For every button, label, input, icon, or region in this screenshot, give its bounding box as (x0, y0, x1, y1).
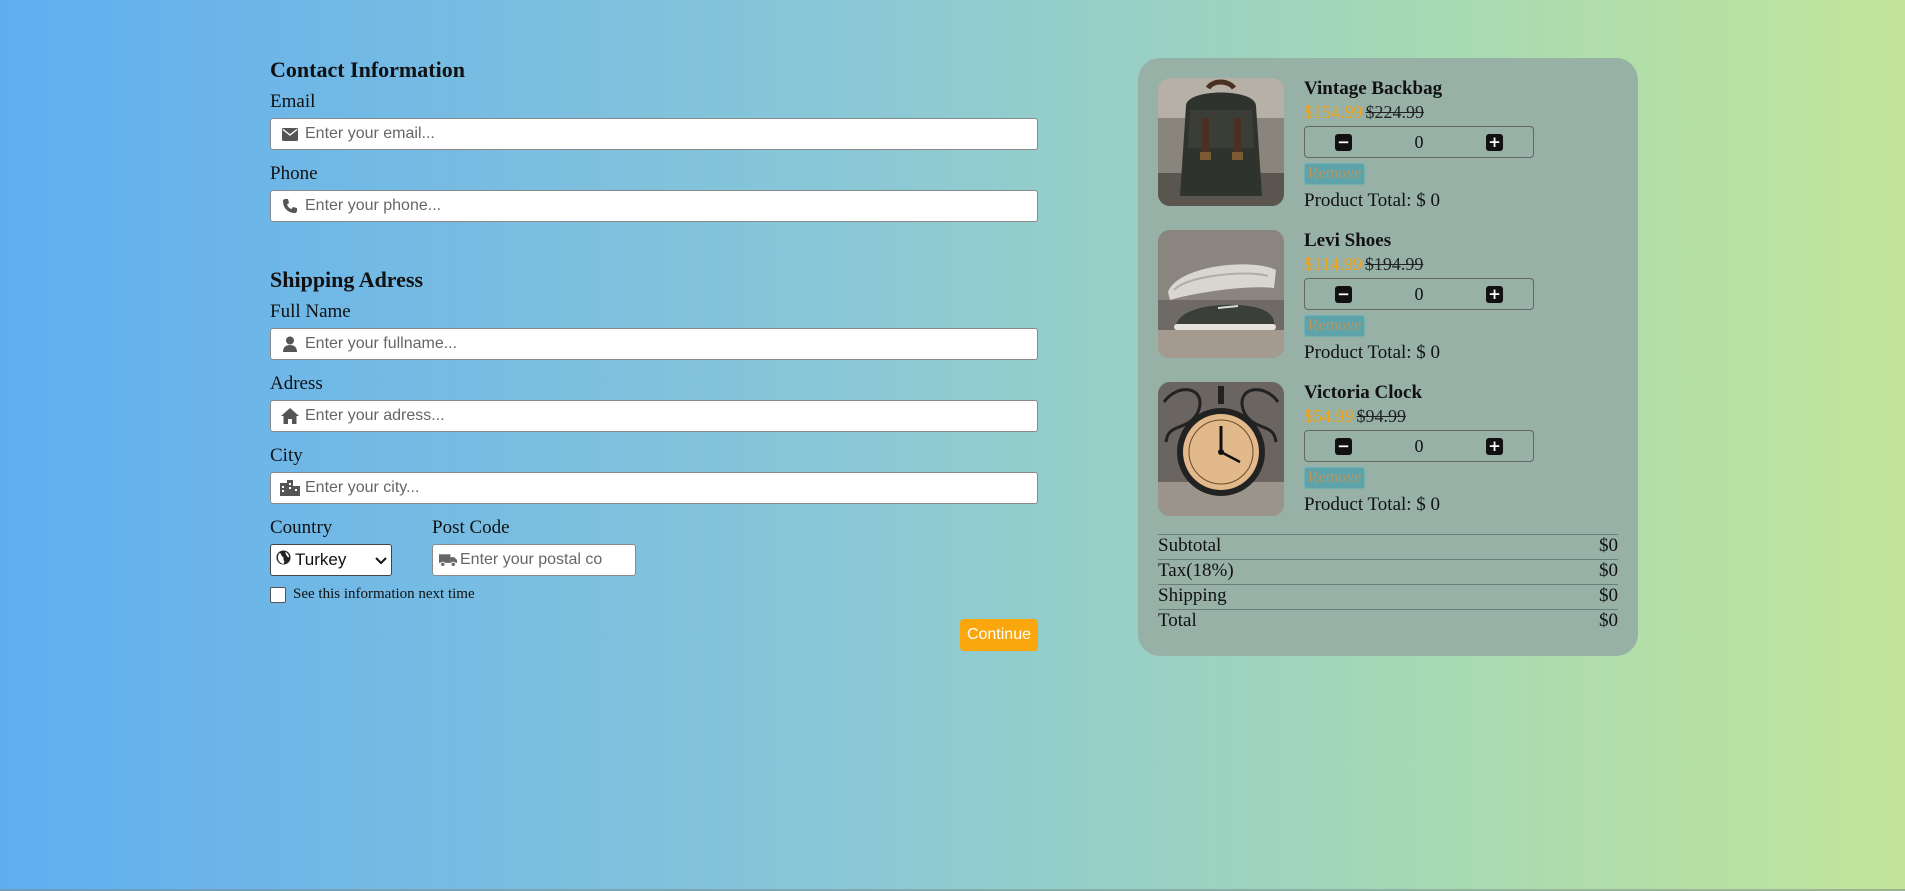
backpack-image (1158, 78, 1284, 206)
item-old-price: $194.99 (1364, 254, 1424, 274)
phone-label: Phone (270, 163, 318, 184)
item-quantity: 0 (1414, 131, 1424, 152)
quantity-stepper: − 0 + (1304, 278, 1534, 310)
clock-image (1158, 382, 1284, 516)
contact-title: Contact Information (270, 57, 465, 82)
address-field-wrap[interactable] (270, 400, 1038, 432)
item-old-price: $94.99 (1356, 406, 1407, 426)
phone-icon (279, 197, 301, 215)
remove-button[interactable]: Remove (1304, 467, 1366, 489)
continue-button[interactable]: Continue (959, 619, 1038, 651)
product-total: Product Total: $ 0 (1304, 494, 1441, 515)
plus-icon[interactable]: + (1486, 285, 1503, 303)
shipping-row: Shipping $0 (1158, 584, 1618, 608)
item-price: $114.99 (1304, 254, 1362, 274)
subtotal-value: $0 (1599, 535, 1618, 556)
address-field[interactable] (301, 401, 1037, 431)
city-icon (279, 479, 301, 497)
country-label: Country (270, 517, 333, 538)
cart-panel: Vintage Backbag $154.99 $224.99 − 0 + Rem… (1138, 58, 1638, 656)
remove-button[interactable]: Remove (1304, 163, 1366, 185)
remember-row: See this information next time (270, 586, 1038, 603)
email-field[interactable] (301, 119, 1037, 149)
shipping-value: $0 (1599, 585, 1618, 606)
cart-item: Levi Shoes $114.99 $194.99 − 0 + Remove P… (1158, 230, 1618, 382)
address-label: Adress (270, 373, 323, 394)
city-label: City (270, 445, 303, 466)
total-row: Total $0 (1158, 609, 1618, 633)
fullname-label: Full Name (270, 301, 351, 322)
chevron-down-icon (375, 550, 387, 570)
email-field-wrap[interactable] (270, 118, 1038, 150)
product-total: Product Total: $ 0 (1304, 342, 1441, 363)
postcode-label: Post Code (432, 517, 510, 538)
checkout-form: Contact Information Email Phone Shipping… (270, 56, 1038, 651)
email-label: Email (270, 91, 316, 112)
city-field-wrap[interactable] (270, 472, 1038, 504)
item-quantity: 0 (1414, 283, 1424, 304)
cart-item: Vintage Backbag $154.99 $224.99 − 0 + Rem… (1158, 78, 1618, 230)
cart-item: Victoria Clock $54.99 $94.99 − 0 + Remove… (1158, 382, 1618, 542)
envelope-icon (279, 125, 301, 143)
item-price: $154.99 (1304, 102, 1363, 122)
tax-value: $0 (1599, 560, 1618, 581)
total-label: Total (1158, 610, 1197, 631)
remember-label: See this information next time (293, 586, 475, 602)
minus-icon[interactable]: − (1335, 285, 1352, 303)
minus-icon[interactable]: − (1335, 133, 1352, 151)
remember-checkbox[interactable] (270, 586, 286, 603)
tax-label: Tax(18%) (1158, 560, 1234, 581)
remove-button[interactable]: Remove (1304, 315, 1366, 337)
item-name: Levi Shoes (1304, 230, 1392, 251)
shipping-label: Shipping (1158, 585, 1227, 606)
item-price: $54.99 (1304, 406, 1354, 426)
item-name: Victoria Clock (1304, 382, 1423, 403)
country-value: Turkey (295, 550, 347, 569)
minus-icon[interactable]: − (1335, 437, 1352, 455)
item-quantity: 0 (1414, 435, 1424, 456)
subtotal-label: Subtotal (1158, 535, 1222, 556)
plus-icon[interactable]: + (1486, 437, 1503, 455)
product-total: Product Total: $ 0 (1304, 190, 1441, 211)
fullname-field[interactable] (301, 329, 1037, 359)
postcode-field[interactable] (458, 545, 667, 575)
shipping-title: Shipping Adress (270, 267, 424, 292)
order-summary: Subtotal $0 Tax(18%) $0 Shipping $0 Tota… (1158, 534, 1618, 633)
phone-field-wrap[interactable] (270, 190, 1038, 222)
home-icon (279, 407, 301, 425)
user-icon (279, 335, 301, 353)
plus-icon[interactable]: + (1486, 133, 1503, 151)
quantity-stepper: − 0 + (1304, 430, 1534, 462)
item-name: Vintage Backbag (1304, 78, 1443, 99)
quantity-stepper: − 0 + (1304, 126, 1534, 158)
truck-icon (439, 551, 458, 569)
postcode-field-wrap[interactable] (432, 544, 667, 576)
total-value: $0 (1599, 610, 1618, 631)
item-old-price: $224.99 (1365, 102, 1425, 122)
tax-row: Tax(18%) $0 (1158, 559, 1618, 583)
shoes-image (1158, 230, 1284, 358)
city-field[interactable] (301, 473, 1037, 503)
globe-icon (276, 550, 291, 570)
phone-field[interactable] (301, 191, 1037, 221)
country-select[interactable]: Turkey (270, 544, 392, 576)
fullname-field-wrap[interactable] (270, 328, 1038, 360)
